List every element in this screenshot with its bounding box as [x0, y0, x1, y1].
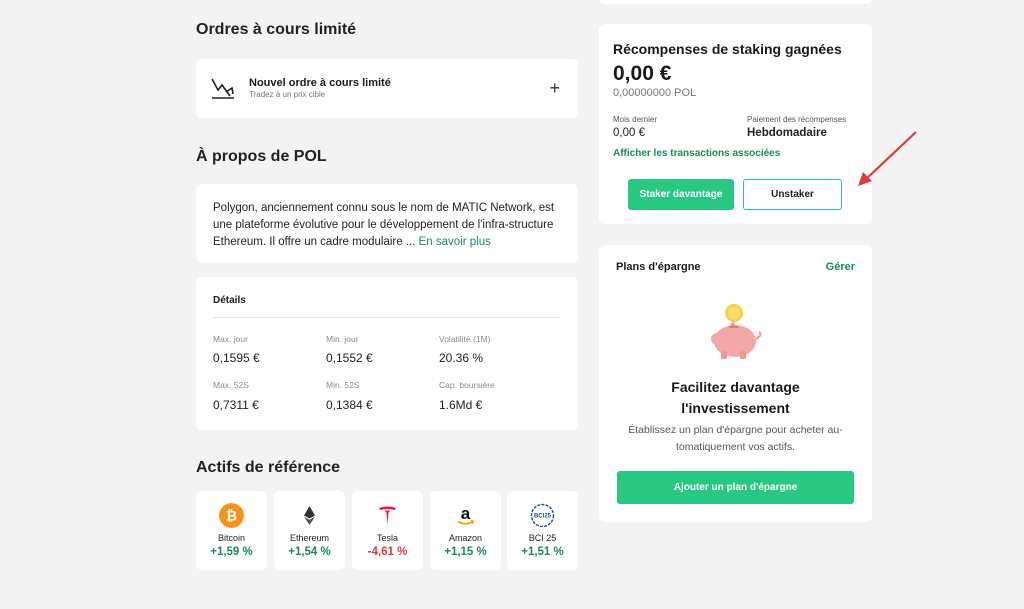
- amazon-icon: a: [457, 504, 475, 525]
- staking-amount: 0,00 €: [613, 62, 672, 85]
- previous-card: [599, 0, 872, 4]
- asset-change: +1,51 %: [521, 546, 564, 558]
- details-card: Détails Max. jour 0,1595 € Min. jour 0,1…: [196, 277, 578, 430]
- staking-title: Récompenses de staking gagnées: [613, 41, 842, 57]
- staking-rewards-card: Récompenses de staking gagnées 0,00 € 0,…: [599, 24, 872, 224]
- asset-name: BCI 25: [528, 533, 557, 543]
- stat-label: Cap. boursière: [439, 380, 495, 390]
- savings-description: Établissez un plan d'épargne pour achete…: [628, 424, 843, 453]
- asset-change: +1,59 %: [210, 546, 253, 558]
- read-more-link[interactable]: En savoir plus: [419, 236, 491, 248]
- stat-value: 1.6Md €: [439, 398, 483, 412]
- limit-orders-heading: Ordres à cours limité: [196, 21, 357, 38]
- add-limit-order-button[interactable]: +: [549, 78, 560, 98]
- unstake-button[interactable]: Unstaker: [743, 179, 842, 210]
- stat-label: Max. 52S: [213, 380, 249, 390]
- about-text: Polygon, anciennement connu sous le nom …: [213, 202, 555, 248]
- new-limit-order-subtitle: Tradez à un prix cible: [249, 90, 326, 99]
- asset-name: Bitcoin: [217, 533, 245, 543]
- payout-label: Paiement des récompenses: [747, 115, 847, 124]
- stat-label: Min. 52S: [326, 380, 360, 390]
- last-month-label: Mois dernier: [613, 115, 658, 124]
- savings-title: Plans d'épargne: [616, 261, 701, 273]
- savings-headline: Facilitez davantage l'investissement: [671, 379, 800, 416]
- stat-value: 0,1552 €: [326, 351, 373, 365]
- stat-label: Max. jour: [213, 334, 248, 344]
- asset-card-ethereum[interactable]: Ethereum +1,54 %: [274, 491, 345, 570]
- stake-more-button[interactable]: Staker davantage: [628, 179, 734, 210]
- view-transactions-link[interactable]: Afficher les transactions associées: [613, 148, 780, 159]
- staking-amount-pol: 0,00000000 POL: [613, 87, 697, 99]
- asset-change: -4,61 %: [367, 546, 408, 558]
- asset-name: Ethereum: [289, 533, 330, 543]
- about-card: Polygon, anciennement connu sous le nom …: [196, 184, 578, 263]
- asset-card-bitcoin[interactable]: ₿ Bitcoin +1,59 %: [196, 491, 267, 570]
- asset-name: Tesla: [376, 533, 398, 543]
- asset-card-tesla[interactable]: Tesla -4,61 %: [352, 491, 423, 570]
- add-savings-plan-button[interactable]: Ajouter un plan d'épargne: [617, 471, 854, 504]
- svg-text:BCI25: BCI25: [534, 514, 552, 520]
- annotation-arrow-icon: [858, 131, 917, 186]
- details-title: Détails: [213, 295, 246, 306]
- reference-assets-heading: Actifs de référence: [196, 459, 341, 476]
- payout-value: Hebdomadaire: [747, 127, 827, 139]
- svg-text:₿: ₿: [226, 509, 237, 525]
- bitcoin-icon: ₿: [219, 503, 244, 528]
- bci25-icon: BCI25: [530, 503, 555, 528]
- stat-value: 0,7311 €: [213, 398, 259, 412]
- ethereum-icon: [304, 506, 315, 525]
- asset-card-bci25[interactable]: BCI25 BCI 25 +1,51 %: [507, 491, 578, 570]
- savings-plans-card: Plans d'épargne Gérer Facilitez davantag…: [599, 245, 872, 522]
- manage-savings-link[interactable]: Gérer: [826, 261, 855, 273]
- stat-label: Volatilité (1M): [439, 334, 491, 344]
- tesla-icon: [379, 506, 396, 525]
- new-limit-order-card[interactable]: Nouvel ordre à cours limité Tradez à un …: [196, 59, 578, 118]
- stat-value: 0,1384 €: [326, 398, 373, 412]
- piggy-bank-icon: [711, 304, 762, 359]
- about-heading: À propos de POL: [196, 148, 327, 165]
- asset-name: Amazon: [448, 533, 483, 543]
- svg-text:a: a: [461, 504, 471, 523]
- limit-order-icon: [211, 78, 234, 99]
- divider: [213, 317, 560, 318]
- asset-card-amazon[interactable]: a Amazon +1,15 %: [430, 491, 501, 570]
- new-limit-order-title: Nouvel ordre à cours limité: [249, 77, 391, 89]
- stat-label: Min. jour: [326, 334, 359, 344]
- asset-change: +1,54 %: [288, 546, 331, 558]
- last-month-value: 0,00 €: [613, 127, 645, 139]
- stat-value: 20.36 %: [439, 351, 484, 365]
- stat-value: 0,1595 €: [213, 351, 260, 365]
- asset-change: +1,15 %: [444, 546, 487, 558]
